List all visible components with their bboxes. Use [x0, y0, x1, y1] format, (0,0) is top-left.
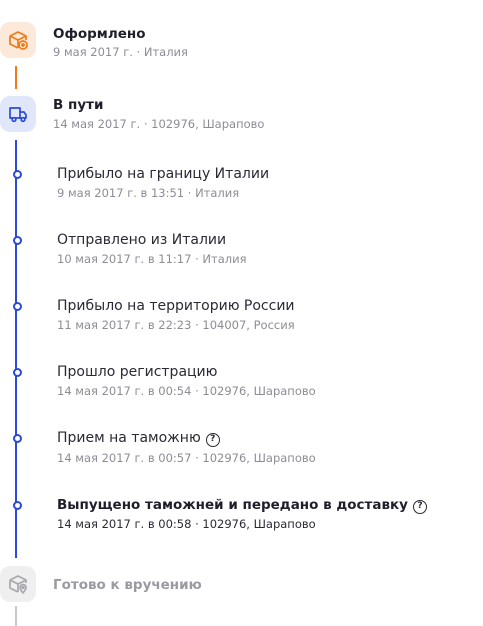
truck-icon: [0, 96, 36, 132]
event-title-customs-released: Выпущено таможней и передано в доставку?: [57, 497, 427, 514]
stage-meta-in-transit: 14 мая 2017 г. · 102976, Шарапово: [53, 117, 265, 131]
event-meta: 14 мая 2017 г. в 00:57 · 102976, Шарапов…: [57, 451, 316, 465]
event-title: Прошло регистрацию: [57, 364, 218, 380]
stage-title-registered: Оформлено: [53, 26, 146, 42]
event-title-text: Выпущено таможней и передано в доставку: [57, 497, 408, 513]
event-meta: 11 мая 2017 г. в 22:23 · 104007, Россия: [57, 318, 295, 332]
timeline-connector-done: [15, 66, 17, 89]
timeline-line-active: [15, 140, 17, 558]
event-title: Прибыло на границу Италии: [57, 166, 270, 182]
event-title: Отправлено из Италии: [57, 232, 227, 248]
timeline-dot: [13, 302, 22, 311]
stage-title-in-transit: В пути: [53, 97, 104, 113]
event-meta: 9 мая 2017 г. в 13:51 · Италия: [57, 186, 240, 200]
event-title-customs-reception: Прием на таможню?: [57, 430, 220, 447]
event-meta: 14 мая 2017 г. в 00:58 · 102976, Шарапов…: [57, 517, 316, 531]
box-pin-icon: [0, 566, 36, 602]
event-title: Прибыло на территорию России: [57, 298, 295, 314]
stage-title-ready: Готово к вручению: [53, 577, 202, 593]
help-icon[interactable]: ?: [205, 432, 220, 447]
box-plus-icon: [0, 22, 36, 58]
timeline-dot: [13, 501, 22, 510]
timeline-dot: [13, 236, 22, 245]
timeline-dot: [13, 170, 22, 179]
timeline-dot: [13, 368, 22, 377]
stage-meta-registered: 9 мая 2017 г. · Италия: [53, 45, 188, 59]
event-title-text: Прием на таможню: [57, 430, 201, 446]
event-meta: 10 мая 2017 г. в 11:17 · Италия: [57, 252, 247, 266]
event-meta: 14 мая 2017 г. в 00:54 · 102976, Шарапов…: [57, 384, 316, 398]
help-icon[interactable]: ?: [412, 499, 427, 514]
timeline-dot: [13, 434, 22, 443]
timeline-connector-pending: [15, 606, 17, 626]
